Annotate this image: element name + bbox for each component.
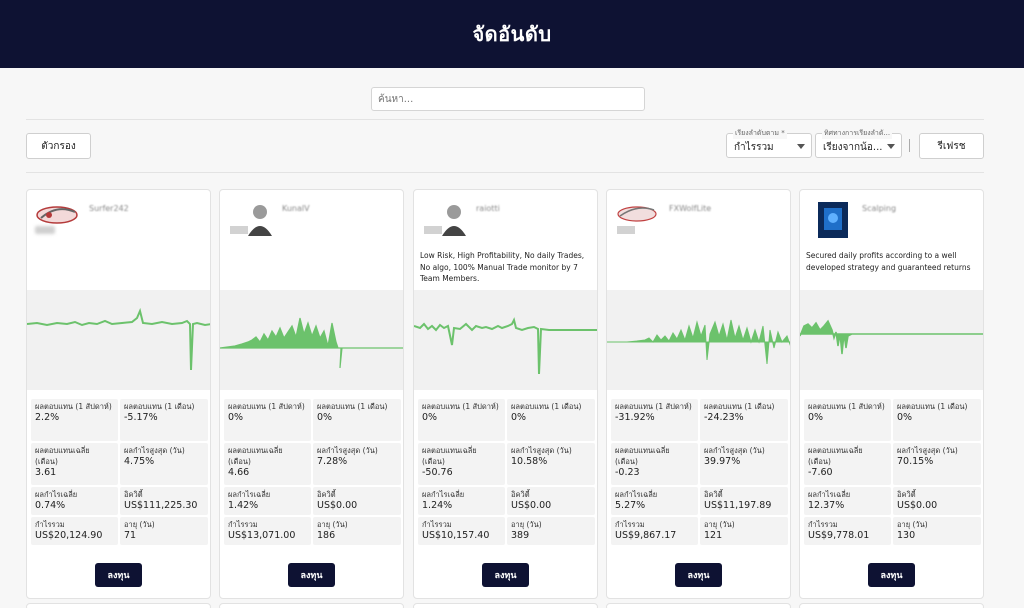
- filter-button[interactable]: ตัวกรอง: [26, 133, 91, 159]
- invest-button[interactable]: ลงทุน: [95, 563, 142, 587]
- stat-cell: อายุ (วัน) 389: [507, 517, 595, 545]
- trader-card[interactable]: FXWolfLite ผลตอบแทน (1 สัปดาห์) -31.92% ผ…: [606, 189, 791, 599]
- stat-cell: ผลตอบแทน (1 เดือน) 0%: [893, 399, 981, 441]
- sort-direction-select[interactable]: ทิศทางการเรียงลำดั... เรียงจากน้อ...: [815, 128, 902, 158]
- stat-cell: ผลตอบแทน (1 เดือน) 0%: [507, 399, 595, 441]
- stat-cell: ผลตอบแทน (1 สัปดาห์) 0%: [224, 399, 311, 441]
- trader-name: raiotti: [476, 204, 500, 213]
- stat-cell: อิควิตี้ US$111,225.30: [120, 487, 208, 515]
- stat-cell: กำไรรวม US$9,867.17: [611, 517, 698, 545]
- trader-card-partial: [219, 603, 404, 608]
- stat-cell: ผลกำไรสูงสุด (วัน) 10.58%: [507, 443, 595, 485]
- stat-cell: ผลตอบแทนเฉลี่ย (เดือน) 3.61: [31, 443, 118, 485]
- stat-cell: กำไรรวม US$20,124.90: [31, 517, 118, 545]
- stat-cell: ผลกำไรเฉลี่ย 1.24%: [418, 487, 505, 515]
- stat-cell: ผลกำไรสูงสุด (วัน) 7.28%: [313, 443, 401, 485]
- stat-cell: ผลตอบแทน (1 สัปดาห์) 0%: [418, 399, 505, 441]
- performance-chart: [220, 290, 403, 390]
- trader-card[interactable]: Scalping Secured daily profits according…: [799, 189, 984, 599]
- sort-by-select[interactable]: เรียงลำดับตาม * กำไรรวม: [726, 128, 812, 158]
- performance-chart: [27, 290, 210, 390]
- stat-cell: ผลตอบแทนเฉลี่ย (เดือน) -50.76: [418, 443, 505, 485]
- stat-cell: ผลตอบแทนเฉลี่ย (เดือน) -0.23: [611, 443, 698, 485]
- sort-direction-label: ทิศทางการเรียงลำดั...: [822, 128, 893, 139]
- stat-cell: ผลกำไรเฉลี่ย 5.27%: [611, 487, 698, 515]
- divider: [26, 172, 984, 173]
- stat-cell: ผลกำไรเฉลี่ย 1.42%: [224, 487, 311, 515]
- trader-name: FXWolfLite: [669, 204, 712, 213]
- avatar: [422, 198, 466, 242]
- stat-cell: อิควิตี้ US$11,197.89: [700, 487, 788, 515]
- stat-cell: ผลตอบแทน (1 เดือน) 0%: [313, 399, 401, 441]
- trader-name: Surfer242: [89, 204, 129, 213]
- invest-button[interactable]: ลงทุน: [482, 563, 529, 587]
- trader-card-partial: [606, 603, 791, 608]
- stat-cell: ผลตอบแทน (1 สัปดาห์) 2.2%: [31, 399, 118, 441]
- stat-cell: ผลตอบแทน (1 สัปดาห์) 0%: [804, 399, 891, 441]
- avatar: [228, 198, 272, 242]
- stat-cell: อิควิตี้ US$0.00: [893, 487, 981, 515]
- stat-cell: กำไรรวม US$10,157.40: [418, 517, 505, 545]
- performance-chart: [607, 290, 790, 390]
- avatar: [35, 198, 79, 242]
- performance-chart: [414, 290, 597, 390]
- trader-card[interactable]: Surfer242 ผลตอบแทน (1 สัปดาห์) 2.2% ผลตอบ…: [26, 189, 211, 599]
- toolbar-separator: [909, 139, 910, 152]
- stat-cell: อายุ (วัน) 121: [700, 517, 788, 545]
- sort-by-label: เรียงลำดับตาม *: [733, 128, 787, 139]
- trader-card-partial: [26, 603, 211, 608]
- stat-cell: กำไรรวม US$9,778.01: [804, 517, 891, 545]
- chevron-down-icon: [797, 144, 805, 149]
- stat-cell: ผลกำไรสูงสุด (วัน) 70.15%: [893, 443, 981, 485]
- stat-cell: อิควิตี้ US$0.00: [507, 487, 595, 515]
- stat-cell: อายุ (วัน) 130: [893, 517, 981, 545]
- stat-cell: ผลกำไรสูงสุด (วัน) 39.97%: [700, 443, 788, 485]
- stat-cell: อายุ (วัน) 186: [313, 517, 401, 545]
- stat-cell: ผลตอบแทน (1 เดือน) -24.23%: [700, 399, 788, 441]
- invest-button[interactable]: ลงทุน: [675, 563, 722, 587]
- trader-card-partial: [799, 603, 984, 608]
- stat-cell: ผลตอบแทนเฉลี่ย (เดือน) 4.66: [224, 443, 311, 485]
- avatar: [615, 198, 659, 242]
- avatar: [808, 198, 852, 242]
- invest-button[interactable]: ลงทุน: [868, 563, 915, 587]
- stat-cell: ผลกำไรเฉลี่ย 0.74%: [31, 487, 118, 515]
- search-input[interactable]: [371, 87, 645, 111]
- stat-cell: อิควิตี้ US$0.00: [313, 487, 401, 515]
- chevron-down-icon: [887, 144, 895, 149]
- stat-cell: ผลตอบแทนเฉลี่ย (เดือน) -7.60: [804, 443, 891, 485]
- stat-cell: ผลตอบแทน (1 สัปดาห์) -31.92%: [611, 399, 698, 441]
- stat-cell: กำไรรวม US$13,071.00: [224, 517, 311, 545]
- header-bar: จัดอันดับ: [0, 0, 1024, 68]
- sort-direction-value: เรียงจากน้อ...: [823, 142, 883, 153]
- sort-by-value: กำไรรวม: [734, 142, 774, 153]
- refresh-button[interactable]: รีเฟรช: [919, 133, 984, 159]
- stat-cell: ผลกำไรสูงสุด (วัน) 4.75%: [120, 443, 208, 485]
- trader-description: Low Risk, High Profitability, No daily T…: [420, 251, 585, 283]
- trader-name: Scalping: [862, 204, 897, 213]
- stat-cell: ผลตอบแทน (1 เดือน) -5.17%: [120, 399, 208, 441]
- page-title: จัดอันดับ: [472, 22, 552, 46]
- stat-cell: ผลกำไรเฉลี่ย 12.37%: [804, 487, 891, 515]
- trader-card[interactable]: KunalV ผลตอบแทน (1 สัปดาห์) 0% ผลตอบแทน (…: [219, 189, 404, 599]
- stat-cell: อายุ (วัน) 71: [120, 517, 208, 545]
- trader-description: Secured daily profits according to a wel…: [806, 251, 971, 272]
- trader-card[interactable]: raiotti Low Risk, High Profitability, No…: [413, 189, 598, 599]
- trader-card-partial: [413, 603, 598, 608]
- trader-name: KunalV: [282, 204, 310, 213]
- invest-button[interactable]: ลงทุน: [288, 563, 335, 587]
- performance-chart: [800, 290, 983, 390]
- divider: [26, 119, 984, 120]
